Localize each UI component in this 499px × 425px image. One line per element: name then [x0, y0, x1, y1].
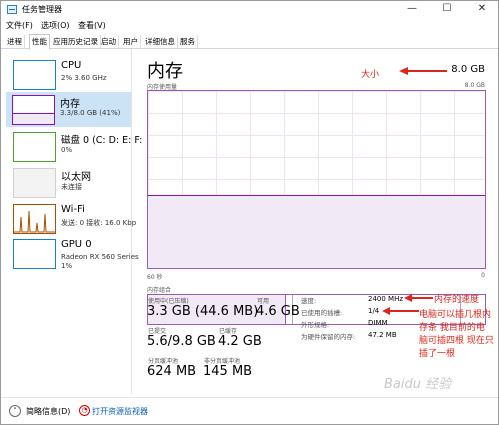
form-factor-value: DIMM: [368, 319, 388, 327]
tab-processes[interactable]: 进程: [5, 35, 25, 49]
sidebar-item-gpu[interactable]: GPU 0 Radeon RX 560 Series 1%: [7, 236, 139, 271]
page-title: 内存: [147, 61, 183, 82]
menu-view[interactable]: 查看(V): [78, 20, 106, 31]
composition-label: 内存组合: [147, 287, 172, 294]
menu-options[interactable]: 选项(O): [41, 20, 70, 31]
committed-value: 5.6/9.8 GB: [147, 334, 216, 349]
minimize-button[interactable]: —: [397, 1, 427, 18]
annotation-speed-arrow: [404, 294, 433, 302]
annotation-slots-line-2: 存条 我目前的电: [419, 323, 485, 333]
tab-bar: 进程 性能 应用历史记录 启动 用户 详细信息 服务: [1, 34, 498, 50]
disk-thumbnail-graph: [13, 132, 56, 162]
resource-monitor-icon: ◔: [79, 405, 90, 416]
gpu-thumbnail-graph: [13, 239, 56, 269]
slots-used-label: 已使用的插槽:: [301, 309, 343, 317]
cached-value: 4.2 GB: [218, 334, 262, 349]
sidebar-item-detail: 3.3/8.0 GB (41%): [60, 109, 121, 117]
watermark: Baidu 经验: [384, 377, 452, 392]
graph-time-end: 0: [481, 272, 485, 279]
sidebar-item-detail: 发送: 0 接收: 16.0 Kbp: [61, 219, 137, 227]
annotation-slots-arrow: [382, 307, 419, 315]
hardware-reserved-value: 47.2 MB: [368, 331, 397, 339]
sidebar-item-disk[interactable]: 磁盘 0 (C: D: E: F: 0%: [7, 129, 142, 164]
sidebar-item-label: 以太网: [61, 172, 91, 183]
chevron-up-icon[interactable]: ˄: [9, 405, 21, 417]
annotation-slots-line-4: 插了一根: [419, 349, 456, 359]
paged-pool-value: 624 MB: [147, 364, 197, 379]
sidebar-item-label: 磁盘 0 (C: D: E: F:: [61, 135, 143, 146]
ethernet-thumbnail-graph: [13, 168, 56, 198]
menu-bar: 文件(F) 选项(O) 查看(V): [1, 18, 498, 33]
usage-graph-max: 8.0 GB: [464, 82, 485, 89]
annotation-slots-line-3: 脑可插四根 现在只: [419, 336, 494, 346]
memory-usage-fill: [148, 195, 485, 268]
menu-file[interactable]: 文件(F): [6, 20, 33, 31]
slots-used-value: 1/4: [368, 307, 380, 315]
open-resource-monitor-link[interactable]: 打开资源监视器: [92, 406, 148, 417]
wifi-thumbnail-graph: [13, 204, 56, 234]
in-use-value: 3.3 GB (44.6 MB): [147, 304, 259, 319]
wifi-activity-spikes: [14, 210, 55, 233]
resource-sidebar: CPU 2% 3.60 GHz 内存 3.3/8.0 GB (41%) 磁盘 0…: [1, 49, 142, 394]
tab-app-history[interactable]: 应用历史记录: [51, 35, 101, 49]
tab-services[interactable]: 服务: [178, 35, 198, 49]
task-manager-window: 任务管理器 — ☐ ✕ 文件(F) 选项(O) 查看(V) 进程 性能 应用历史…: [0, 0, 499, 425]
annotation-size-arrow: [399, 67, 447, 75]
sidebar-item-memory[interactable]: 内存 3.3/8.0 GB (41%): [6, 92, 131, 127]
hardware-reserved-label: 为硬件保留的内存:: [301, 333, 356, 341]
sidebar-item-label: 内存: [60, 99, 80, 110]
memory-thumbnail-graph: [12, 95, 55, 125]
sidebar-item-detail: Radeon RX 560 Series: [61, 253, 139, 261]
sidebar-item-ethernet[interactable]: 以太网 未连接: [7, 165, 131, 200]
memory-total: 8.0 GB: [451, 64, 485, 75]
maximize-button[interactable]: ☐: [432, 1, 462, 18]
title-bar: 任务管理器 — ☐ ✕: [1, 1, 498, 18]
task-manager-icon: [7, 5, 17, 14]
sidebar-item-utilization: 1%: [61, 262, 73, 270]
cpu-thumbnail-graph: [13, 60, 56, 90]
form-factor-label: 外形规格:: [301, 321, 330, 329]
speed-value: 2400 MHz: [368, 295, 404, 303]
sidebar-item-cpu[interactable]: CPU 2% 3.60 GHz: [7, 57, 131, 92]
sidebar-item-label: Wi-Fi: [61, 204, 85, 215]
tab-details[interactable]: 详细信息: [143, 35, 178, 49]
sidebar-item-detail: 0%: [61, 146, 73, 154]
sidebar-item-wifi[interactable]: Wi-Fi 发送: 0 接收: 16.0 Kbp: [7, 201, 136, 236]
annotation-size: 大小: [361, 70, 380, 80]
footer-bar: ˄ 简略信息(D) ◔ 打开资源监视器: [1, 397, 498, 424]
annotation-speed: 内存的速度: [434, 295, 480, 305]
window-title: 任务管理器: [22, 5, 62, 14]
available-value: 4.6 GB: [256, 304, 300, 319]
tab-performance[interactable]: 性能: [29, 34, 50, 50]
sidebar-item-detail: 未连接: [61, 183, 82, 191]
sidebar-item-label: GPU 0: [61, 239, 92, 250]
speed-label: 速度:: [301, 297, 317, 305]
nonpaged-pool-value: 145 MB: [203, 364, 253, 379]
sidebar-item-label: CPU: [61, 60, 82, 71]
close-button[interactable]: ✕: [467, 1, 497, 18]
graph-time-span: 60 秒: [147, 274, 163, 281]
memory-usage-graph: [147, 90, 486, 269]
annotation-slots-line-1: 电脑可以插几根内: [419, 310, 492, 320]
tab-startup[interactable]: 启动: [99, 35, 119, 49]
sidebar-item-detail: 2% 3.60 GHz: [61, 74, 107, 82]
tab-users[interactable]: 用户: [121, 35, 141, 49]
fewer-details-link[interactable]: 简略信息(D): [26, 406, 70, 417]
